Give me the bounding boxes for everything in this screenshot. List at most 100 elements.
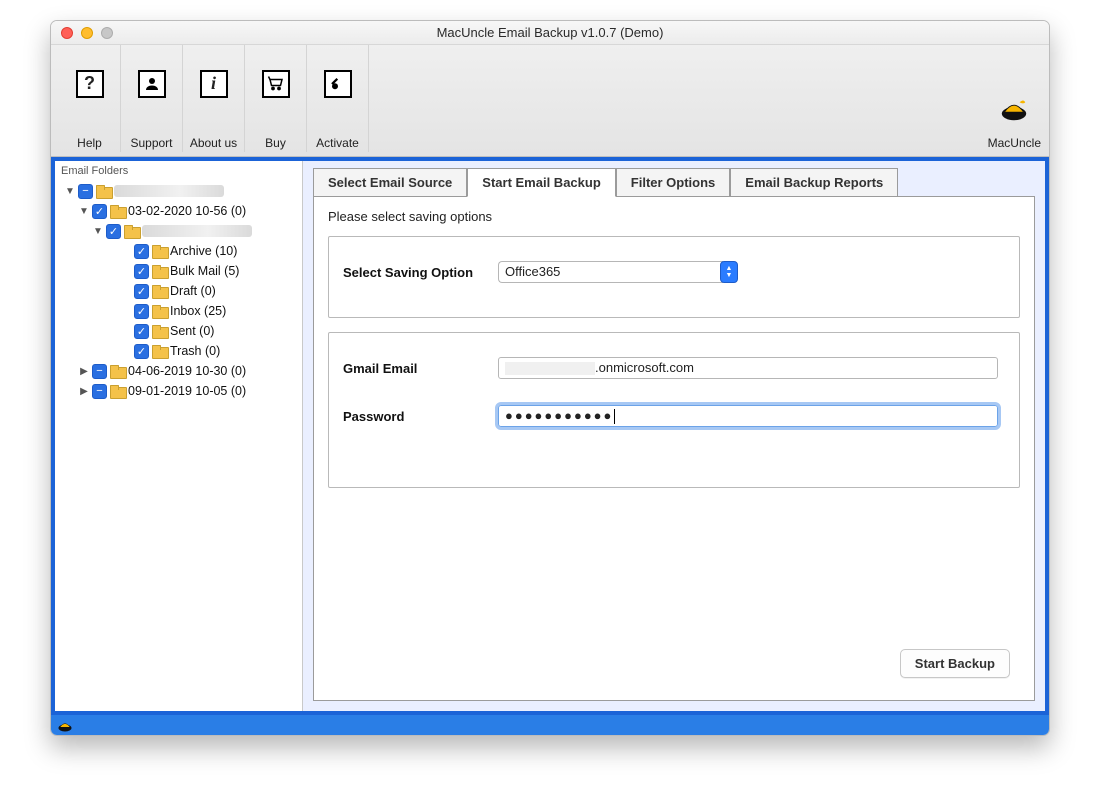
tabbar: Select Email Source Start Email Backup F… — [313, 167, 1035, 196]
saving-option-label: Select Saving Option — [343, 265, 478, 280]
activate-label: Activate — [316, 136, 359, 150]
chevron-down-icon[interactable]: ▼ — [79, 206, 89, 216]
tree-row[interactable]: ▼✓Bulk Mail (5) — [57, 261, 302, 281]
folder-tree: ▼−▼✓03-02-2020 10-56 (0)▼✓▼✓Archive (10)… — [55, 179, 302, 401]
folder-icon — [110, 365, 125, 377]
checkbox[interactable]: − — [92, 364, 107, 379]
tree-row[interactable]: ▼− — [57, 181, 302, 201]
folder-icon — [152, 305, 167, 317]
titlebar: MacUncle Email Backup v1.0.7 (Demo) — [51, 21, 1049, 45]
chevron-down-icon[interactable]: ▼ — [93, 226, 103, 236]
password-input[interactable]: ●●●●●●●●●●● — [498, 405, 998, 427]
about-label: About us — [190, 136, 237, 150]
sidebar: Email Folders ▼−▼✓03-02-2020 10-56 (0)▼✓… — [55, 161, 303, 711]
folder-label: Inbox (25) — [170, 304, 226, 318]
checkbox[interactable]: ✓ — [134, 304, 149, 319]
folder-icon — [152, 265, 167, 277]
email-input[interactable]: xxxxxxxx.onmicrosoft.com — [498, 357, 998, 379]
folder-icon — [152, 345, 167, 357]
text-caret-icon — [614, 409, 615, 424]
main-container: Email Folders ▼−▼✓03-02-2020 10-56 (0)▼✓… — [51, 157, 1049, 715]
tree-row[interactable]: ▼✓ 03-02-2020 10-56 (0) — [57, 201, 302, 221]
folder-icon — [96, 185, 111, 197]
saving-option-value: Office365 — [498, 261, 723, 283]
folder-label: 04-06-2019 10-30 (0) — [128, 364, 246, 378]
saving-option-select[interactable]: Office365 ▲▼ — [498, 261, 738, 283]
buy-button[interactable]: Buy — [245, 45, 307, 152]
status-bar — [51, 715, 1049, 735]
folder-label: Sent (0) — [170, 324, 214, 338]
folder-label — [114, 185, 224, 197]
support-label: Support — [130, 136, 172, 150]
chevron-down-icon[interactable]: ▼ — [65, 186, 75, 196]
checkbox[interactable]: ✓ — [134, 324, 149, 339]
checkbox[interactable]: ✓ — [134, 244, 149, 259]
folder-label — [142, 225, 252, 237]
start-backup-button[interactable]: Start Backup — [900, 649, 1010, 678]
saving-option-group: Select Saving Option Office365 ▲▼ — [328, 236, 1020, 318]
tree-row[interactable]: ▶− 09-01-2019 10-05 (0) — [57, 381, 302, 401]
tab-start-email-backup[interactable]: Start Email Backup — [467, 168, 616, 197]
folder-label: Archive (10) — [170, 244, 237, 258]
support-icon — [138, 70, 166, 98]
toolbar: ? Help Support i About us Buy Activate — [51, 45, 1049, 157]
checkbox[interactable]: − — [78, 184, 93, 199]
folder-icon — [152, 285, 167, 297]
checkbox[interactable]: ✓ — [92, 204, 107, 219]
folder-icon — [152, 325, 167, 337]
folder-icon — [110, 385, 125, 397]
help-button[interactable]: ? Help — [59, 45, 121, 152]
folder-icon — [152, 245, 167, 257]
tab-email-backup-reports[interactable]: Email Backup Reports — [730, 168, 898, 197]
checkbox[interactable]: ✓ — [106, 224, 121, 239]
chevron-right-icon[interactable]: ▶ — [79, 366, 89, 376]
select-arrows-icon: ▲▼ — [720, 261, 738, 283]
buy-label: Buy — [265, 136, 286, 150]
password-label: Password — [343, 409, 478, 424]
window-title: MacUncle Email Backup v1.0.7 (Demo) — [51, 25, 1049, 40]
checkbox[interactable]: − — [92, 384, 107, 399]
brand-icon — [999, 94, 1029, 122]
tree-row[interactable]: ▼✓Trash (0) — [57, 341, 302, 361]
folder-label: Bulk Mail (5) — [170, 264, 239, 278]
tree-row[interactable]: ▼✓Draft (0) — [57, 281, 302, 301]
folder-label: 03-02-2020 10-56 (0) — [128, 204, 246, 218]
folder-icon — [124, 225, 139, 237]
tab-panel: Please select saving options Select Savi… — [313, 196, 1035, 701]
tab-select-email-source[interactable]: Select Email Source — [313, 168, 467, 197]
tree-row[interactable]: ▶− 04-06-2019 10-30 (0) — [57, 361, 302, 381]
activate-button[interactable]: Activate — [307, 45, 369, 152]
checkbox[interactable]: ✓ — [134, 284, 149, 299]
content-area: Select Email Source Start Email Backup F… — [303, 161, 1045, 711]
folder-label: Trash (0) — [170, 344, 220, 358]
brand-area: MacUncle — [988, 45, 1041, 152]
tree-row[interactable]: ▼✓Inbox (25) — [57, 301, 302, 321]
folder-label: Draft (0) — [170, 284, 216, 298]
cart-icon — [262, 70, 290, 98]
key-icon — [324, 70, 352, 98]
tree-row[interactable]: ▼✓ — [57, 221, 302, 241]
email-suffix: .onmicrosoft.com — [595, 360, 694, 375]
instruction-text: Please select saving options — [328, 209, 1020, 224]
support-button[interactable]: Support — [121, 45, 183, 152]
brand-label: MacUncle — [988, 136, 1041, 150]
help-label: Help — [77, 136, 102, 150]
folder-label: 09-01-2019 10-05 (0) — [128, 384, 246, 398]
sidebar-header: Email Folders — [55, 161, 302, 179]
app-window: MacUncle Email Backup v1.0.7 (Demo) ? He… — [50, 20, 1050, 736]
info-icon: i — [200, 70, 228, 98]
chevron-right-icon[interactable]: ▶ — [79, 386, 89, 396]
email-redacted: xxxxxxxx — [505, 362, 595, 375]
checkbox[interactable]: ✓ — [134, 264, 149, 279]
credentials-group: Gmail Email xxxxxxxx.onmicrosoft.com Pas… — [328, 332, 1020, 488]
password-value: ●●●●●●●●●●● — [505, 408, 613, 423]
tree-row[interactable]: ▼✓Sent (0) — [57, 321, 302, 341]
tab-filter-options[interactable]: Filter Options — [616, 168, 731, 197]
email-label: Gmail Email — [343, 361, 478, 376]
folder-icon — [110, 205, 125, 217]
help-icon: ? — [76, 70, 104, 98]
tree-row[interactable]: ▼✓Archive (10) — [57, 241, 302, 261]
status-brand-icon — [57, 717, 73, 733]
about-button[interactable]: i About us — [183, 45, 245, 152]
checkbox[interactable]: ✓ — [134, 344, 149, 359]
